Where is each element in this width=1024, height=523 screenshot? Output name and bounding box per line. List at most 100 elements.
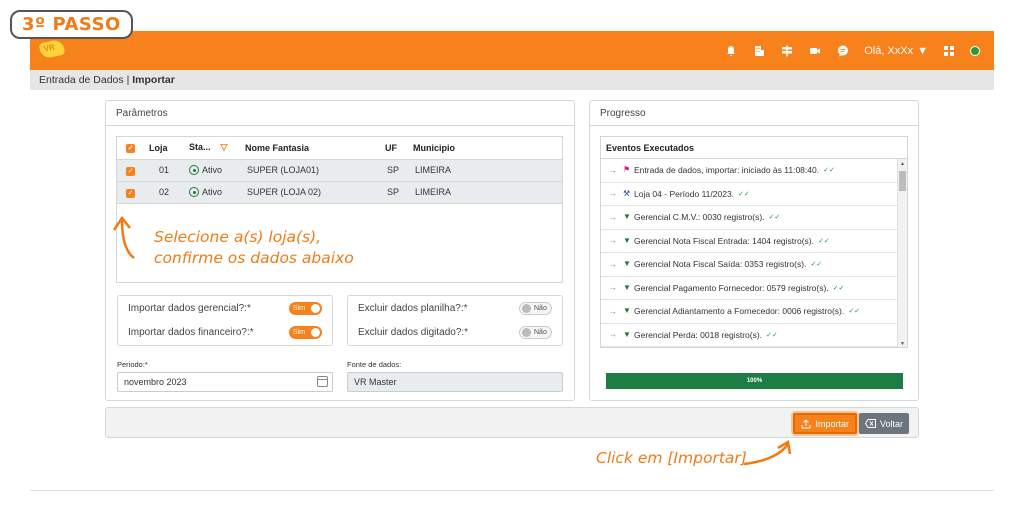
annotation-line-1: Selecione a(s) loja(s), (154, 228, 322, 246)
signpost-icon[interactable] (780, 44, 794, 58)
events-scrollbar[interactable]: ▲ ▼ (897, 159, 907, 347)
option-gerencial: Importar dados gerencial?:* Sim (118, 296, 332, 320)
option-digitado-label: Excluir dados digitado?:* (358, 326, 469, 338)
events-list: Eventos Executados → ⚑ Entrada de dados, i… (600, 136, 908, 348)
click-import-annotation: Click em [Importar] (596, 449, 747, 467)
import-button-label: Importar (815, 418, 849, 429)
scroll-down-icon[interactable]: ▼ (900, 341, 905, 347)
event-text: Gerencial Perda: 0018 registro(s). (634, 329, 763, 340)
breadcrumb-section[interactable]: Entrada de Dados (39, 74, 124, 86)
double-check-icon: ✓✓ (818, 237, 830, 245)
apps-grid-icon[interactable] (942, 44, 956, 58)
back-button[interactable]: Voltar (858, 413, 909, 434)
arrow-right-icon: → (609, 283, 617, 293)
filter-icon[interactable]: ▽ (221, 142, 228, 152)
cell-status: Ativo (189, 159, 245, 182)
arrow-right-icon: → (609, 165, 617, 175)
back-button-label: Voltar (879, 418, 903, 429)
event-item: → ▼ Gerencial Pagamento Fornecedor: 0579 r… (601, 277, 907, 300)
toggle-planilha[interactable]: Não (519, 301, 552, 315)
option-financeiro: Importar dados financeiro?:* Sim (118, 320, 332, 344)
toggle-digitado[interactable]: Não (519, 325, 552, 339)
user-greeting: Olá, XxXx (864, 44, 914, 57)
option-financeiro-label: Importar dados financeiro?:* (128, 326, 254, 338)
parametros-title: Parâmetros (106, 101, 574, 126)
online-status-indicator (970, 45, 980, 56)
funnel-icon: ▼ (623, 282, 631, 292)
event-text: Gerencial Pagamento Fornecedor: 0579 reg… (634, 282, 829, 293)
active-status-icon (189, 165, 199, 176)
video-icon[interactable] (808, 44, 822, 58)
event-text: Gerencial C.M.V.: 0030 registro(s). (634, 212, 765, 223)
col-status[interactable]: Sta... ▽ (189, 137, 245, 160)
top-navbar: VR Olá, XxXx ▼ (30, 31, 994, 70)
user-menu[interactable]: Olá, XxXx ▼ (864, 45, 928, 57)
event-text: Loja 04 - Período 11/2023. (634, 188, 735, 199)
select-all-checkbox[interactable]: ✓ (126, 144, 135, 154)
event-item: → ⚑ Entrada de dados, importar: iniciado à… (601, 159, 907, 183)
option-digitado: Excluir dados digitado?:* Não (348, 320, 562, 344)
toggle-financeiro[interactable]: Sim (289, 325, 322, 339)
calendar-icon[interactable] (317, 376, 328, 387)
event-item: → ▼ Gerencial Perda: 0018 registro(s). ✓✓ (601, 324, 907, 347)
funnel-icon: ▼ (623, 235, 631, 245)
row-checkbox[interactable]: ✓ (126, 188, 135, 198)
import-progress-bar: 100% (606, 373, 903, 389)
import-button[interactable]: Importar (793, 413, 857, 434)
caret-down-icon: ▼ (917, 44, 928, 57)
cell-uf: SP (385, 159, 413, 182)
progresso-panel: Progresso Eventos Executados → ⚑ Entrada d… (589, 100, 919, 401)
arrow-right-icon: → (609, 306, 617, 316)
col-municipio[interactable]: Municipio (413, 137, 562, 160)
backspace-icon (864, 419, 876, 428)
table-row[interactable]: ✓ 02 Ativo SUPER (LOJA 02) SP LIMEIRA (117, 181, 562, 204)
col-nome-fantasia[interactable]: Nome Fantasia (245, 137, 385, 160)
event-item: → ▼ Gerencial Adiantamento a Fornecedor: 0… (601, 300, 907, 324)
step-badge: 3º PASSO (10, 10, 133, 39)
funnel-icon: ▼ (623, 329, 631, 339)
col-loja[interactable]: Loja (149, 137, 189, 160)
table-row[interactable]: ✓ 01 Ativo SUPER (LOJA01) SP LIMEIRA (117, 159, 562, 182)
progress-label: 100% (746, 378, 763, 384)
cell-loja: 02 (149, 181, 189, 204)
cell-nome: SUPER (LOJA01) (245, 159, 385, 182)
funnel-icon: ▼ (623, 259, 631, 269)
periodo-label: Periodo:* (117, 360, 148, 369)
cell-uf: SP (385, 181, 413, 204)
funnel-icon: ▼ (623, 306, 631, 316)
toggle-gerencial[interactable]: Sim (289, 301, 322, 315)
cell-nome: SUPER (LOJA 02) (245, 181, 385, 204)
active-status-icon (189, 187, 199, 198)
periodo-input[interactable]: novembro 2023 (117, 372, 333, 392)
arrow-right-icon: → (609, 189, 617, 199)
event-item: → ▼ Gerencial Nota Fiscal Saída: 0353 regi… (601, 253, 907, 277)
bottom-divider (30, 490, 994, 491)
event-text: Gerencial Nota Fiscal Saída: 0353 regist… (634, 259, 807, 270)
logo[interactable]: VR (38, 38, 66, 60)
double-check-icon: ✓✓ (738, 190, 750, 198)
double-check-icon: ✓✓ (768, 214, 781, 222)
bell-icon[interactable] (724, 44, 738, 58)
double-check-icon: ✓✓ (832, 284, 845, 292)
cell-status: Ativo (189, 181, 245, 204)
arrow-right-icon: → (609, 212, 617, 222)
arrow-right-icon: → (609, 330, 617, 340)
col-uf[interactable]: UF (385, 137, 413, 160)
scroll-up-icon[interactable]: ▲ (900, 161, 905, 167)
row-checkbox[interactable]: ✓ (126, 166, 135, 176)
option-planilha: Excluir dados planilha?:* Não (348, 296, 562, 320)
breadcrumb: Entrada de Dados | Importar (30, 70, 994, 90)
double-check-icon: ✓✓ (766, 331, 778, 339)
events-title: Eventos Executados (601, 137, 907, 159)
import-options-group: Importar dados gerencial?:* Sim Importar… (117, 295, 333, 346)
arrow-right-icon: → (609, 236, 617, 246)
event-item: → ▼ Gerencial Nota Fiscal Entrada: 1404 re… (601, 230, 907, 253)
select-stores-annotation: Selecione a(s) loja(s), confirme os dado… (154, 227, 354, 269)
double-check-icon: ✓✓ (810, 261, 823, 269)
annotation-arrow-icon (743, 440, 792, 466)
building-icon[interactable] (752, 44, 766, 58)
scrollbar-thumb[interactable] (899, 171, 906, 191)
double-check-icon: ✓✓ (848, 308, 860, 316)
progresso-title: Progresso (590, 101, 918, 126)
chat-icon[interactable] (836, 44, 850, 58)
